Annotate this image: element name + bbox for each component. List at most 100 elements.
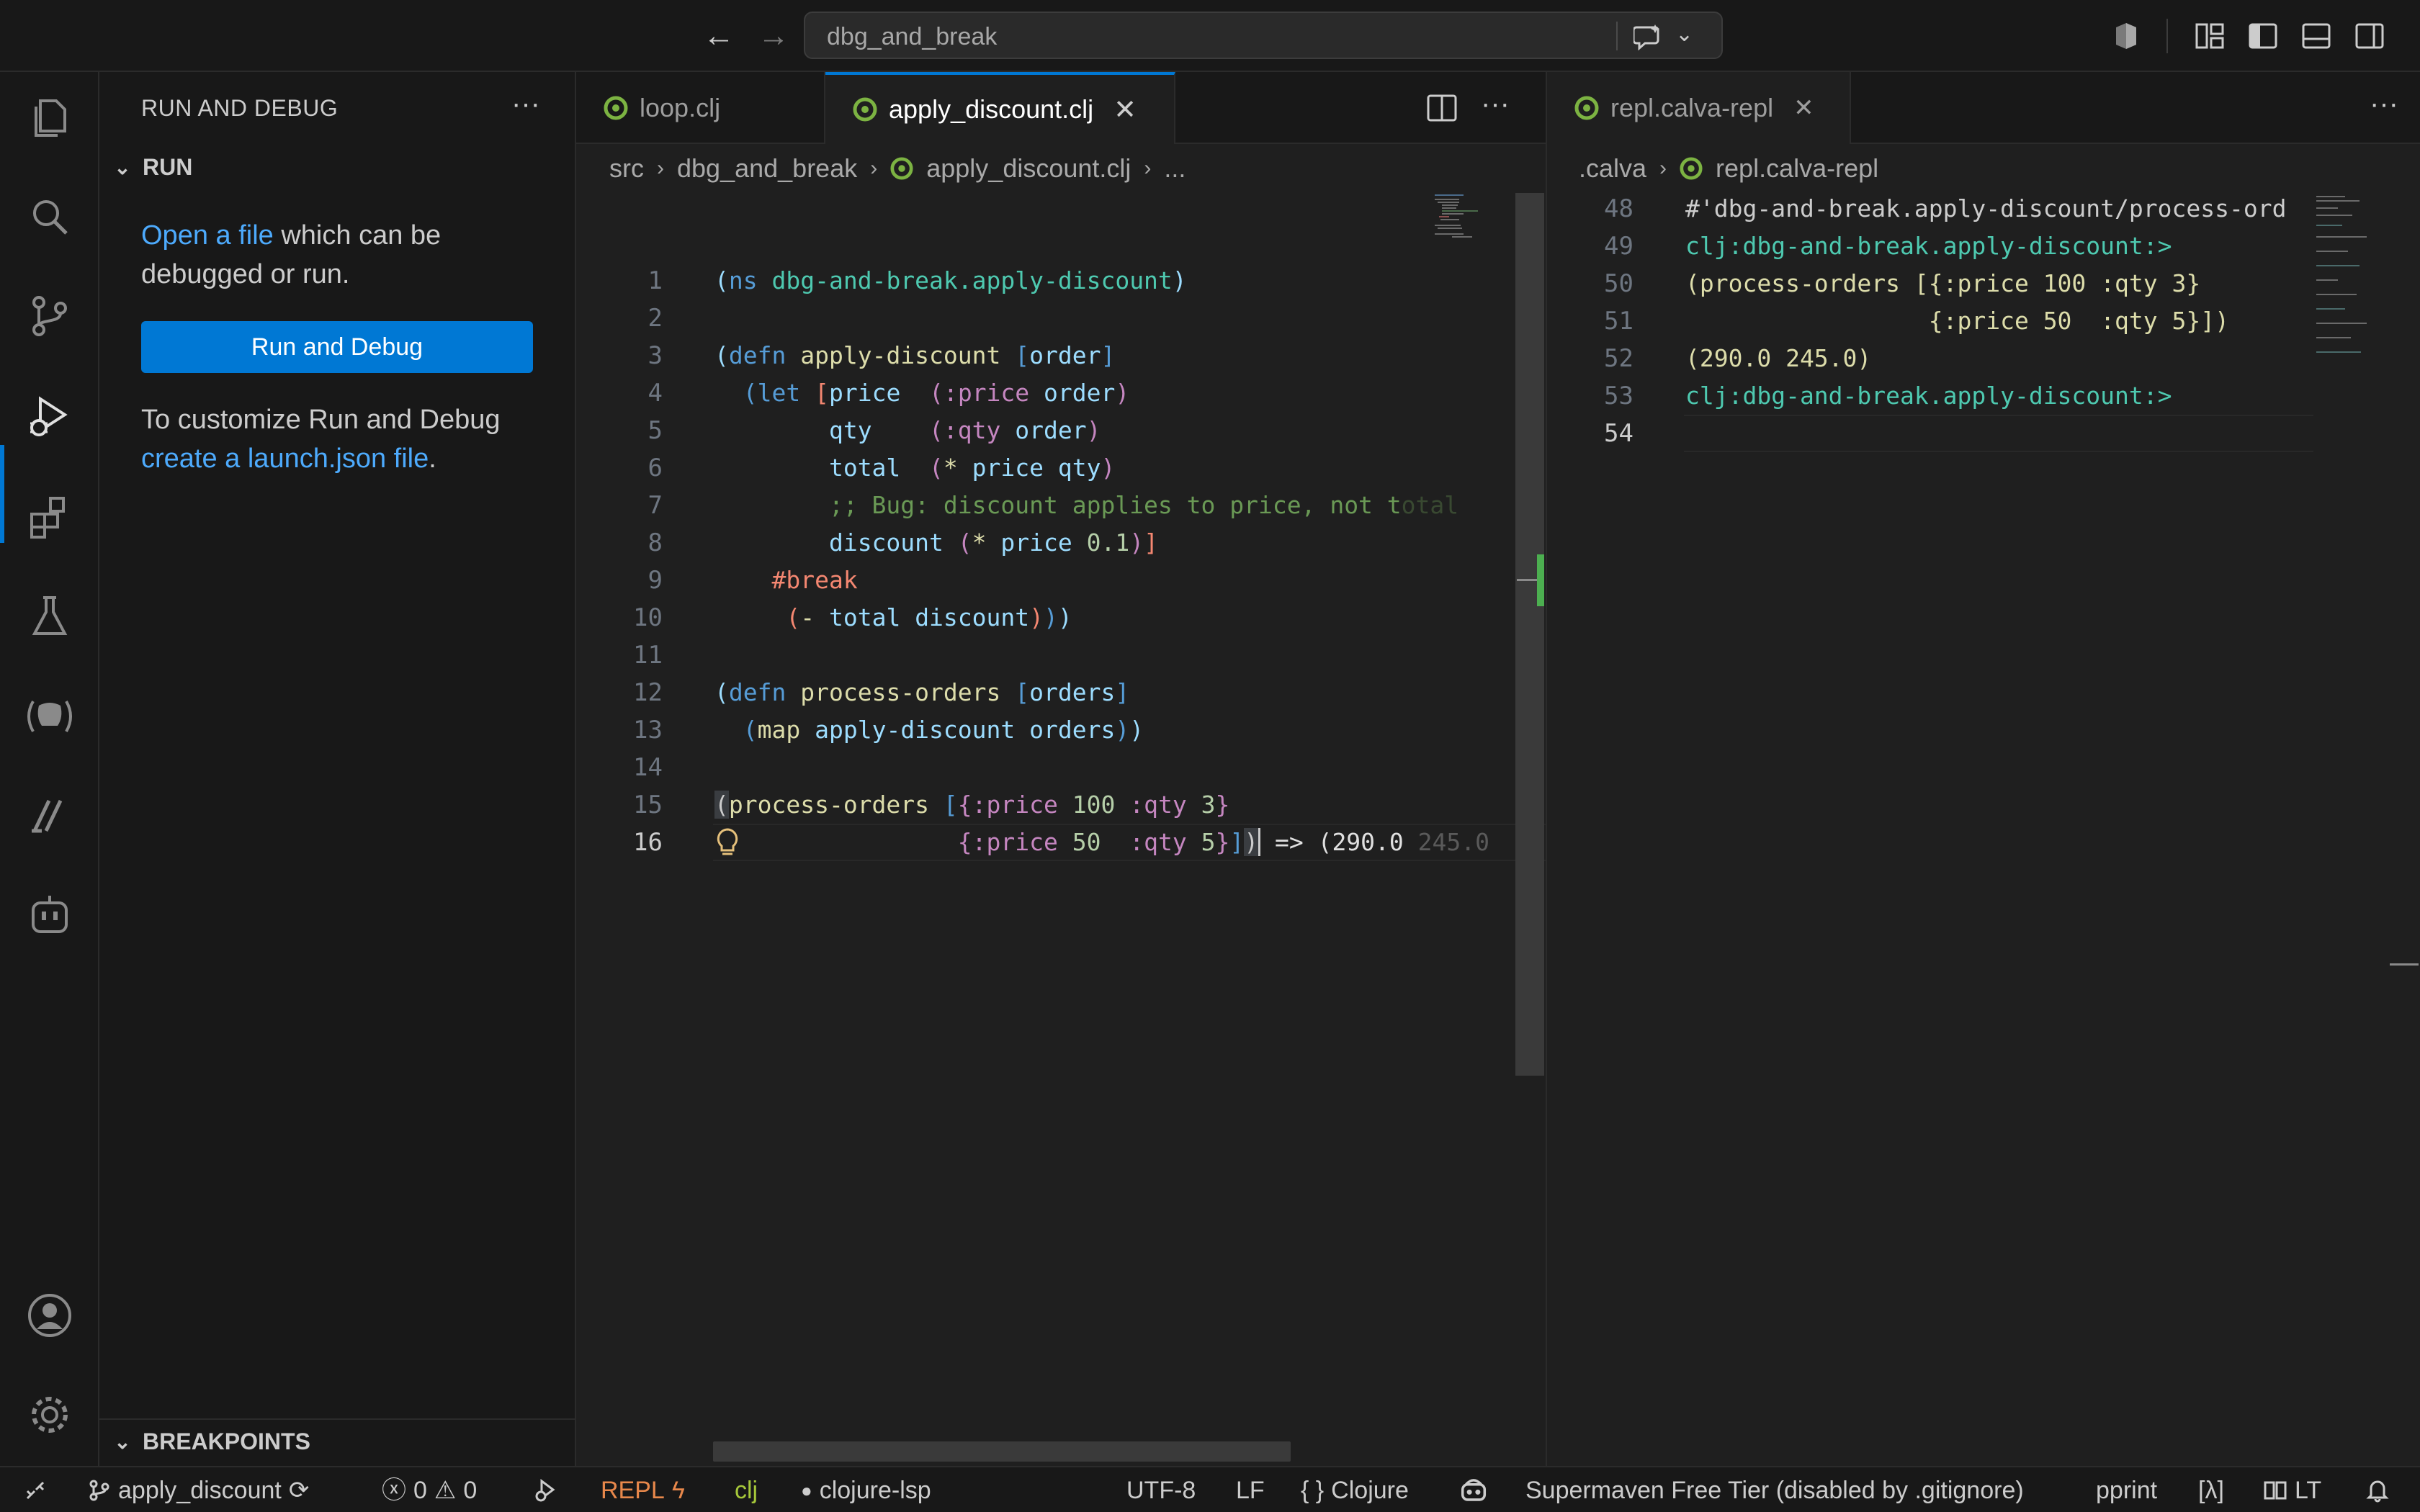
- editor-group-1: loop.clj apply_discount.clj ✕ ··· src › …: [576, 72, 2084, 1466]
- line-number: 5: [647, 416, 663, 445]
- chevron-right-icon: ›: [1144, 156, 1152, 180]
- command-center-label: dbg_and_break: [827, 23, 998, 50]
- code-line-16: {:price 50 :qty 5}]) => (290.0 245.0: [957, 828, 1489, 856]
- line-number: 53: [1604, 382, 1634, 410]
- source-control-icon[interactable]: [24, 291, 75, 341]
- run-and-debug-button[interactable]: Run and Debug: [141, 321, 533, 373]
- run-section-header[interactable]: ⌄ RUN: [109, 154, 192, 181]
- extensions-icon[interactable]: [24, 492, 75, 543]
- minimap[interactable]: [1435, 193, 1507, 265]
- toggle-secondary-sidebar-icon[interactable]: [2354, 20, 2385, 52]
- supermaven-status[interactable]: Supermaven Free Tier (disabled by .gitig…: [1525, 1476, 2024, 1505]
- accounts-icon[interactable]: [24, 1290, 75, 1341]
- command-center-search[interactable]: dbg_and_break ⌄: [804, 12, 1723, 59]
- remote-indicator-icon[interactable]: [23, 1476, 48, 1505]
- copilot-chat-icon[interactable]: [1634, 23, 1662, 50]
- toggle-primary-sidebar-icon[interactable]: [2247, 20, 2279, 52]
- git-branch-status[interactable]: apply_discount ⟳: [86, 1476, 309, 1505]
- copilot-bot-icon[interactable]: [24, 890, 75, 940]
- run-section-label: RUN: [143, 154, 193, 180]
- breadcrumb-item[interactable]: dbg_and_break: [677, 153, 857, 184]
- repl-prompt: clj:dbg-and-break.apply-discount:>: [1685, 232, 2172, 260]
- tab-apply-discount-clj[interactable]: apply_discount.clj ✕: [825, 72, 1175, 144]
- horizontal-scrollbar[interactable]: [713, 1441, 1291, 1462]
- calva-file-icon: [890, 157, 913, 180]
- run-and-debug-icon[interactable]: [24, 392, 75, 442]
- line-number: 3: [647, 341, 663, 370]
- line-number: 14: [633, 753, 663, 782]
- lightbulb-icon[interactable]: [713, 827, 742, 858]
- breadcrumb-item[interactable]: ...: [1164, 153, 1186, 184]
- open-file-link[interactable]: Open a file: [141, 220, 274, 251]
- customize-layout-icon[interactable]: [2194, 20, 2226, 52]
- repl-content[interactable]: #'dbg-and-break.apply-discount/process-o…: [1684, 72, 2315, 1440]
- breakpoints-section-label: BREAKPOINTS: [143, 1428, 310, 1454]
- sidebar-title: RUN AND DEBUG: [141, 95, 339, 121]
- code-line-15: (process-orders [{:price 100 :qty 3}: [714, 791, 1230, 819]
- line-number: 9: [647, 566, 663, 595]
- repl-prompt: clj:dbg-and-break.apply-discount:>: [1685, 382, 2172, 410]
- back-arrow-icon[interactable]: ←: [703, 16, 735, 56]
- chevron-down-icon: ⌄: [114, 1431, 131, 1453]
- clj-status[interactable]: clj: [735, 1476, 758, 1505]
- pprint-status[interactable]: pprint: [2096, 1476, 2157, 1505]
- code-line-9-break: #break: [771, 566, 858, 594]
- debug-status-icon[interactable]: [533, 1476, 557, 1505]
- forward-arrow-icon[interactable]: →: [758, 16, 789, 56]
- chevron-down-icon[interactable]: ⌄: [1675, 22, 1693, 47]
- repl-status[interactable]: REPL ϟ: [601, 1476, 685, 1505]
- lambda-status[interactable]: [λ]: [2198, 1476, 2224, 1505]
- language-mode-status[interactable]: { } Clojure: [1301, 1476, 1409, 1505]
- lt-status[interactable]: LT: [2263, 1476, 2321, 1505]
- chevron-right-icon: ›: [1659, 156, 1667, 180]
- tab-label: loop.clj: [640, 93, 721, 122]
- chevron-right-icon: ›: [870, 156, 878, 180]
- clojure-lsp-status[interactable]: ● clojure-lsp: [801, 1476, 931, 1505]
- create-launch-json-link[interactable]: create a launch.json file: [141, 444, 429, 474]
- copilot-logo-icon[interactable]: [2110, 20, 2142, 52]
- calva-repl-icon[interactable]: [24, 691, 75, 742]
- git-branch-icon: [89, 1480, 109, 1501]
- explorer-icon[interactable]: [24, 94, 75, 144]
- activity-bar: [0, 72, 99, 1466]
- code-line-6: total (* price qty): [828, 454, 1116, 482]
- notifications-bell-icon[interactable]: [2365, 1476, 2390, 1505]
- repl-result: (290.0 245.0): [1685, 344, 1872, 372]
- editor-tabs: loop.clj apply_discount.clj ✕ ···: [576, 72, 1546, 144]
- copilot-status-icon[interactable]: [1458, 1476, 1489, 1505]
- eol-status[interactable]: LF: [1236, 1476, 1265, 1505]
- search-icon[interactable]: [24, 192, 75, 242]
- breadcrumb: src › dbg_and_break › apply_discount.clj…: [609, 150, 1186, 187]
- tab-loop-clj[interactable]: loop.clj: [576, 72, 825, 144]
- problems-status[interactable]: ⓧ 0 ⚠ 0: [382, 1476, 477, 1505]
- more-actions-icon[interactable]: ···: [2370, 88, 2398, 120]
- breadcrumb-item[interactable]: src: [609, 153, 644, 184]
- settings-gear-icon[interactable]: [24, 1390, 75, 1440]
- toggle-panel-icon[interactable]: [2300, 20, 2332, 52]
- encoding-status[interactable]: UTF-8: [1126, 1476, 1196, 1505]
- more-actions-icon[interactable]: ···: [511, 88, 540, 120]
- testing-flask-icon[interactable]: [24, 592, 75, 642]
- book-icon: [2264, 1481, 2287, 1500]
- sync-icon[interactable]: ⟳: [289, 1476, 310, 1505]
- close-icon[interactable]: ✕: [1113, 94, 1137, 126]
- breadcrumb-item[interactable]: .calva: [1579, 153, 1646, 184]
- code-line-4: (let [price (:price order): [743, 379, 1130, 407]
- copilot-edits-icon[interactable]: [24, 791, 75, 841]
- calva-file-icon: [604, 96, 628, 120]
- lsp-dot-icon: ●: [801, 1480, 812, 1501]
- split-editor-icon[interactable]: [1426, 94, 1458, 122]
- warning-count: 0: [463, 1477, 478, 1504]
- minimap[interactable]: [2316, 193, 2388, 416]
- more-actions-icon[interactable]: ···: [1481, 88, 1510, 120]
- breadcrumb-item[interactable]: apply_discount.clj: [926, 153, 1131, 184]
- editor-group-2: repl.calva-repl ✕ ··· .calva › repl.calv…: [1546, 72, 2420, 1466]
- branch-name: apply_discount: [118, 1477, 282, 1504]
- vertical-scrollbar[interactable]: [1515, 193, 1544, 1076]
- line-number: 15: [633, 791, 663, 819]
- error-count: 0: [413, 1477, 427, 1504]
- breakpoints-section-header[interactable]: ⌄ BREAKPOINTS: [109, 1428, 310, 1455]
- line-number-current: 16: [633, 828, 663, 857]
- line-number: 11: [633, 641, 663, 670]
- titlebar-separator: [2166, 19, 2168, 53]
